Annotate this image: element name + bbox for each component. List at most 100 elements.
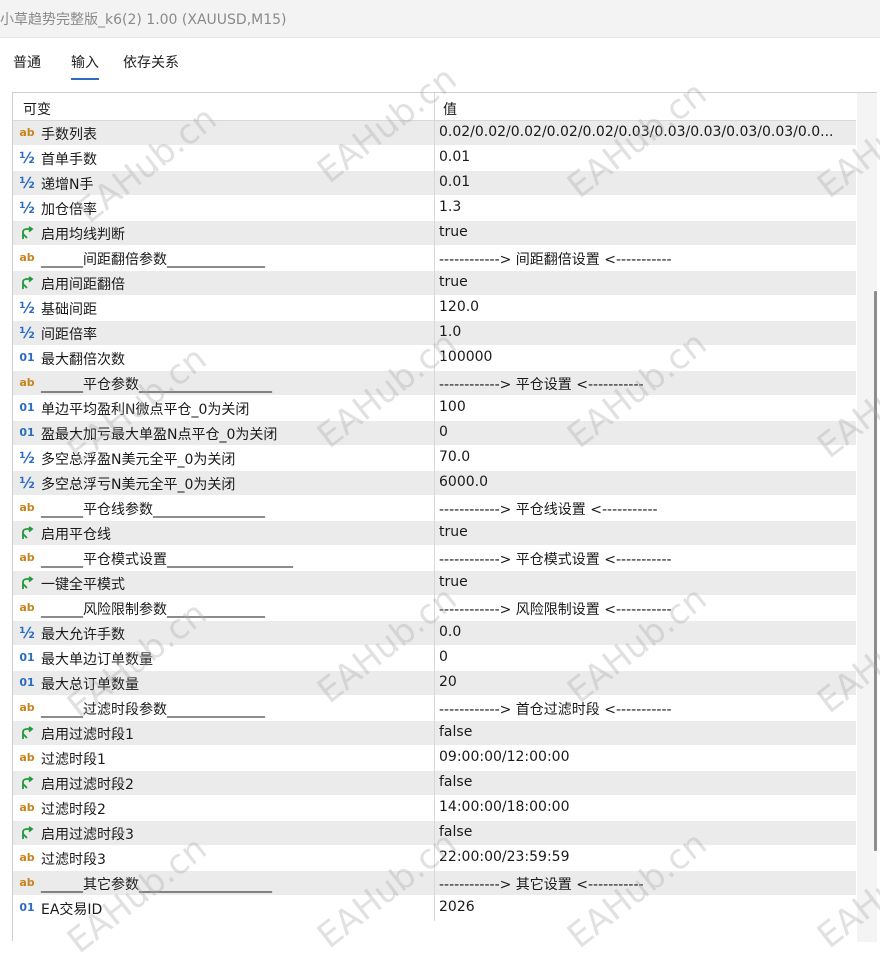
parameter-value[interactable]: 0.01 [439,149,851,165]
parameter-row[interactable]: 启用过滤时段1 false [13,721,856,746]
parameter-value[interactable]: true [439,274,851,290]
parameter-value[interactable]: ------------> 平仓线设置 <----------- [439,499,851,519]
column-divider[interactable] [434,93,435,121]
parameter-row[interactable]: ab 过滤时段2 14:00:00/18:00:00 [13,796,856,821]
parameter-row[interactable]: 01 最大单边订单数量 0 [13,646,856,671]
parameter-value[interactable]: 09:00:00/12:00:00 [439,749,851,765]
column-header-variable[interactable]: 可变 [23,99,51,119]
parameter-value[interactable]: ------------> 其它设置 <----------- [439,874,851,894]
parameter-row[interactable]: 01 盈最大加亏最大单盈N点平仓_0为关闭 0 [13,421,856,446]
parameter-value[interactable]: true [439,574,851,590]
parameter-value[interactable]: 0.0 [439,624,851,640]
parameter-value[interactable]: 120.0 [439,299,851,315]
parameter-value[interactable]: 1.3 [439,199,851,215]
parameter-name: 盈最大加亏最大单盈N点平仓_0为关闭 [41,427,278,443]
parameter-value[interactable]: 100 [439,399,851,415]
parameter-value[interactable]: 0.01 [439,174,851,190]
double-type-icon: ½ [19,199,35,217]
parameter-value[interactable]: 100000 [439,349,851,365]
bool-type-icon [19,274,35,292]
parameter-name: ______风险限制参数______________ [41,602,265,618]
inputs-grid: 可变 值 ab 手数列表 0.02/0.02/0.02/0.02/0.02/0.03… [12,92,877,942]
string-type-icon: ab [19,251,35,264]
parameter-name: 多空总浮亏N美元全平_0为关闭 [41,477,236,493]
parameter-row[interactable]: ab ______平仓模式设置__________________ --------… [13,546,856,571]
parameter-value[interactable]: 20 [439,674,851,690]
parameter-value[interactable]: 6000.0 [439,474,851,490]
parameter-row[interactable]: ½ 最大允许手数 0.0 [13,621,856,646]
parameter-value[interactable]: 22:00:00/23:59:59 [439,849,851,865]
parameter-row[interactable]: 启用均线判断 true [13,221,856,246]
string-type-icon: ab [19,701,35,714]
parameter-value[interactable]: 2026 [439,899,851,915]
parameter-row[interactable]: ab ______过滤时段参数______________ ------------… [13,696,856,721]
parameter-value[interactable]: ------------> 首仓过滤时段 <----------- [439,699,851,719]
parameter-row[interactable]: ½ 多空总浮亏N美元全平_0为关闭 6000.0 [13,471,856,496]
parameter-row[interactable]: 01 最大总订单数量 20 [13,671,856,696]
parameter-row[interactable]: ½ 基础间距 120.0 [13,296,856,321]
cell-divider [434,121,435,146]
parameter-value[interactable]: 0 [439,649,851,665]
parameter-name: 加仓倍率 [41,202,97,218]
parameter-value[interactable]: ------------> 平仓设置 <----------- [439,374,851,394]
parameter-value[interactable]: ------------> 间距翻倍设置 <----------- [439,249,851,269]
parameter-value[interactable]: ------------> 风险限制设置 <----------- [439,599,851,619]
parameter-row[interactable]: ab ______平仓线参数________________ -----------… [13,496,856,521]
column-header-value[interactable]: 值 [443,99,457,119]
parameter-value[interactable]: false [439,824,851,840]
parameter-row[interactable]: ab ______平仓参数___________________ ---------… [13,371,856,396]
parameter-name: 多空总浮盈N美元全平_0为关闭 [41,452,236,468]
parameter-row[interactable]: ½ 首单手数 0.01 [13,146,856,171]
parameter-row[interactable]: 启用过滤时段2 false [13,771,856,796]
parameter-value[interactable]: 14:00:00/18:00:00 [439,799,851,815]
parameter-value[interactable]: 1.0 [439,324,851,340]
parameter-value[interactable]: true [439,224,851,240]
parameter-value[interactable]: ------------> 平仓模式设置 <----------- [439,549,851,569]
cell-divider [434,471,435,496]
parameter-row[interactable]: 01 EA交易ID 2026 [13,896,856,921]
parameter-row[interactable]: ab 过滤时段1 09:00:00/12:00:00 [13,746,856,771]
parameter-value[interactable]: 0.02/0.02/0.02/0.02/0.02/0.03/0.03/0.03/… [439,124,851,140]
parameter-row[interactable]: ½ 多空总浮盈N美元全平_0为关闭 70.0 [13,446,856,471]
parameter-row[interactable]: 01 单边平均盈利N微点平仓_0为关闭 100 [13,396,856,421]
parameter-row[interactable]: ab ______风险限制参数______________ ------------… [13,596,856,621]
parameter-row[interactable]: 一键全平模式 true [13,571,856,596]
parameter-value[interactable]: true [439,524,851,540]
cell-divider [434,496,435,521]
parameter-row[interactable]: ab 手数列表 0.02/0.02/0.02/0.02/0.02/0.03/0.03… [13,121,856,146]
cell-divider [434,171,435,196]
cell-divider [434,421,435,446]
scrollbar-thumb[interactable] [874,291,877,851]
parameter-name: ______过滤时段参数______________ [41,702,265,718]
cell-divider [434,871,435,896]
grid-header: 可变 值 [13,93,856,121]
cell-divider [434,696,435,721]
parameter-name: EA交易ID [41,902,103,918]
parameter-row[interactable]: 01 最大翻倍次数 100000 [13,346,856,371]
parameter-row[interactable]: ab ______间距翻倍参数______________ ------------… [13,246,856,271]
parameter-row[interactable]: ½ 加仓倍率 1.3 [13,196,856,221]
parameter-row[interactable]: ½ 间距倍率 1.0 [13,321,856,346]
parameter-row[interactable]: 启用间距翻倍 true [13,271,856,296]
double-type-icon: ½ [19,299,35,317]
cell-divider [434,196,435,221]
vertical-scrollbar[interactable] [857,93,877,942]
parameter-value[interactable]: false [439,774,851,790]
bool-type-icon [19,524,35,542]
tab-dependencies[interactable]: 依存关系 [123,52,179,78]
parameter-value[interactable]: 0 [439,424,851,440]
integer-type-icon: 01 [19,651,35,664]
parameter-name: 最大总订单数量 [41,677,139,693]
parameter-row[interactable]: ab ______其它参数___________________ ---------… [13,871,856,896]
parameter-row[interactable]: 启用过滤时段3 false [13,821,856,846]
parameter-row[interactable]: ½ 递增N手 0.01 [13,171,856,196]
tab-common[interactable]: 普通 [13,52,41,78]
parameter-name: ______间距翻倍参数______________ [41,252,265,268]
parameter-row[interactable]: 启用平仓线 true [13,521,856,546]
parameter-row[interactable]: ab 过滤时段3 22:00:00/23:59:59 [13,846,856,871]
parameter-name: ______平仓模式设置__________________ [41,552,293,568]
tab-inputs[interactable]: 输入 [71,52,99,80]
cell-divider [434,596,435,621]
parameter-value[interactable]: 70.0 [439,449,851,465]
parameter-value[interactable]: false [439,724,851,740]
